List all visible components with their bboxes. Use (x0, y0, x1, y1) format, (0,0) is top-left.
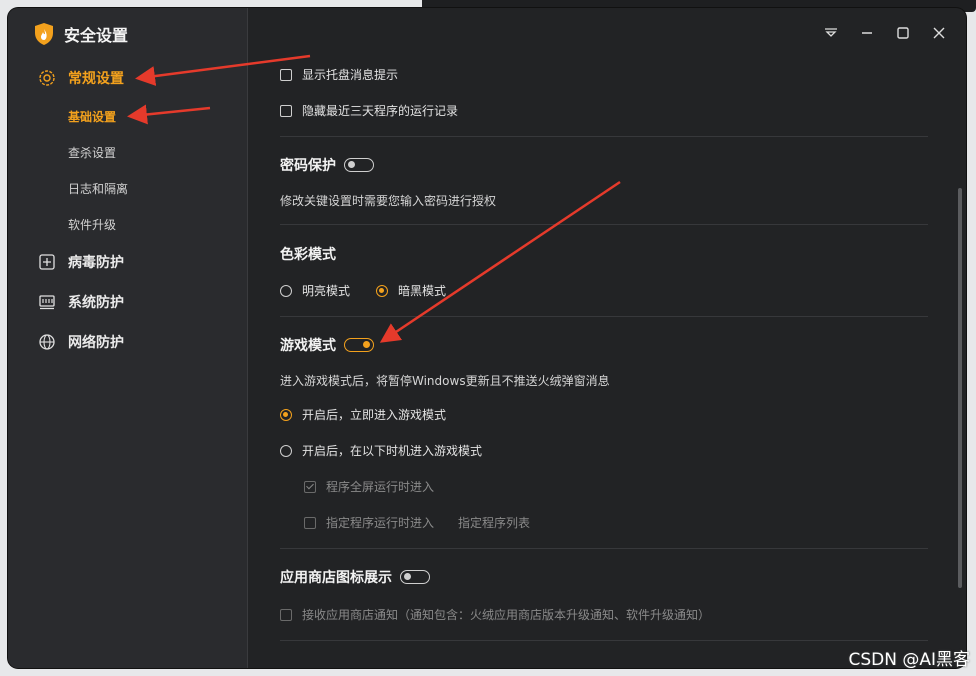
tray-notify-label: 显示托盘消息提示 (302, 68, 399, 82)
game-immediate-option[interactable]: 开启后，立即进入游戏模式 (280, 406, 446, 423)
specified-program-option: 指定程序运行时进入 指定程序列表 (304, 514, 530, 531)
dark-mode-label: 暗黑模式 (398, 284, 447, 298)
settings-window: 安全设置 常规设置 基础设置 查杀设置 日志和隔离 软件升级 病毒防护 系统防护… (8, 8, 966, 668)
light-mode-option[interactable]: 明亮模式 (280, 282, 350, 299)
settings-content: 显示托盘消息提示 隐藏最近三天程序的运行记录 密码保护 修改关键设置时需要您输入… (248, 8, 966, 668)
fullscreen-checkbox (304, 480, 316, 493)
nav-network-protection[interactable]: 网络防护 (38, 332, 124, 352)
divider (280, 136, 928, 137)
sub-basic-settings[interactable]: 基础设置 (68, 108, 116, 125)
nav-general-settings[interactable]: 常规设置 (38, 68, 124, 88)
close-icon[interactable] (930, 24, 948, 42)
system-icon (39, 295, 55, 310)
dark-mode-radio[interactable] (376, 284, 388, 297)
tray-notify-option[interactable]: 显示托盘消息提示 (280, 66, 398, 83)
fullscreen-option: 程序全屏运行时进入 (304, 478, 434, 495)
divider (280, 640, 928, 641)
game-immediate-label: 开启后，立即进入游戏模式 (302, 408, 447, 422)
divider (280, 316, 928, 317)
nav-virus-protection[interactable]: 病毒防护 (38, 252, 124, 272)
app-title-bar: 安全设置 (34, 22, 128, 46)
game-mode-section: 游戏模式 (280, 335, 374, 355)
sub-logs-quarantine[interactable]: 日志和隔离 (68, 180, 128, 197)
game-timed-radio[interactable] (280, 444, 292, 457)
sub-software-upgrade[interactable]: 软件升级 (68, 216, 116, 233)
maximize-icon[interactable] (894, 24, 912, 42)
nav-virus-label: 病毒防护 (68, 255, 124, 271)
store-notify-option: 接收应用商店通知（通知包含：火绒应用商店版本升级通知、软件升级通知） (280, 606, 710, 623)
nav-general-label: 常规设置 (68, 71, 124, 87)
scrollbar[interactable] (958, 188, 962, 588)
divider (280, 224, 928, 225)
dark-mode-option[interactable]: 暗黑模式 (376, 282, 446, 299)
globe-icon (39, 334, 55, 350)
minimize-icon[interactable] (858, 24, 876, 42)
password-title: 密码保护 (280, 158, 336, 174)
fullscreen-label: 程序全屏运行时进入 (326, 480, 435, 494)
hide-records-option[interactable]: 隐藏最近三天程序的运行记录 (280, 102, 458, 119)
store-notify-label: 接收应用商店通知（通知包含：火绒应用商店版本升级通知、软件升级通知） (302, 608, 711, 622)
shield-flame-logo-icon (35, 23, 53, 45)
game-timed-label: 开启后，在以下时机进入游戏模式 (302, 444, 483, 458)
store-icon-title: 应用商店图标展示 (280, 570, 392, 586)
gear-icon (39, 70, 55, 86)
game-mode-toggle[interactable] (344, 338, 374, 352)
store-notify-checkbox (280, 608, 292, 621)
nav-system-label: 系统防护 (68, 295, 124, 311)
nav-network-label: 网络防护 (68, 335, 124, 351)
store-icon-section: 应用商店图标展示 (280, 567, 430, 587)
light-mode-radio[interactable] (280, 284, 292, 297)
specified-program-checkbox (304, 516, 316, 529)
password-desc: 修改关键设置时需要您输入密码进行授权 (280, 194, 497, 208)
color-mode-title: 色彩模式 (280, 247, 336, 263)
sidebar: 安全设置 常规设置 基础设置 查杀设置 日志和隔离 软件升级 病毒防护 系统防护… (8, 8, 248, 668)
hide-records-checkbox[interactable] (280, 104, 292, 117)
sub-scan-settings[interactable]: 查杀设置 (68, 144, 116, 161)
dropdown-icon[interactable] (822, 24, 840, 42)
divider (280, 548, 928, 549)
plus-square-icon (39, 254, 55, 270)
watermark: CSDN @AI黑客 (848, 650, 970, 670)
light-mode-label: 明亮模式 (302, 284, 351, 298)
app-title: 安全设置 (64, 26, 129, 45)
game-mode-title: 游戏模式 (280, 338, 336, 354)
game-mode-desc: 进入游戏模式后，将暂停Windows更新且不推送火绒弹窗消息 (280, 374, 610, 388)
password-toggle[interactable] (344, 158, 374, 172)
tray-notify-checkbox[interactable] (280, 68, 292, 81)
game-timed-option[interactable]: 开启后，在以下时机进入游戏模式 (280, 442, 482, 459)
specified-program-label: 指定程序运行时进入 (326, 516, 435, 530)
password-section: 密码保护 (280, 155, 374, 175)
program-list-link: 指定程序列表 (458, 516, 531, 530)
nav-system-protection[interactable]: 系统防护 (38, 292, 124, 312)
store-icon-toggle[interactable] (400, 570, 430, 584)
game-immediate-radio[interactable] (280, 408, 292, 421)
hide-records-label: 隐藏最近三天程序的运行记录 (302, 104, 459, 118)
